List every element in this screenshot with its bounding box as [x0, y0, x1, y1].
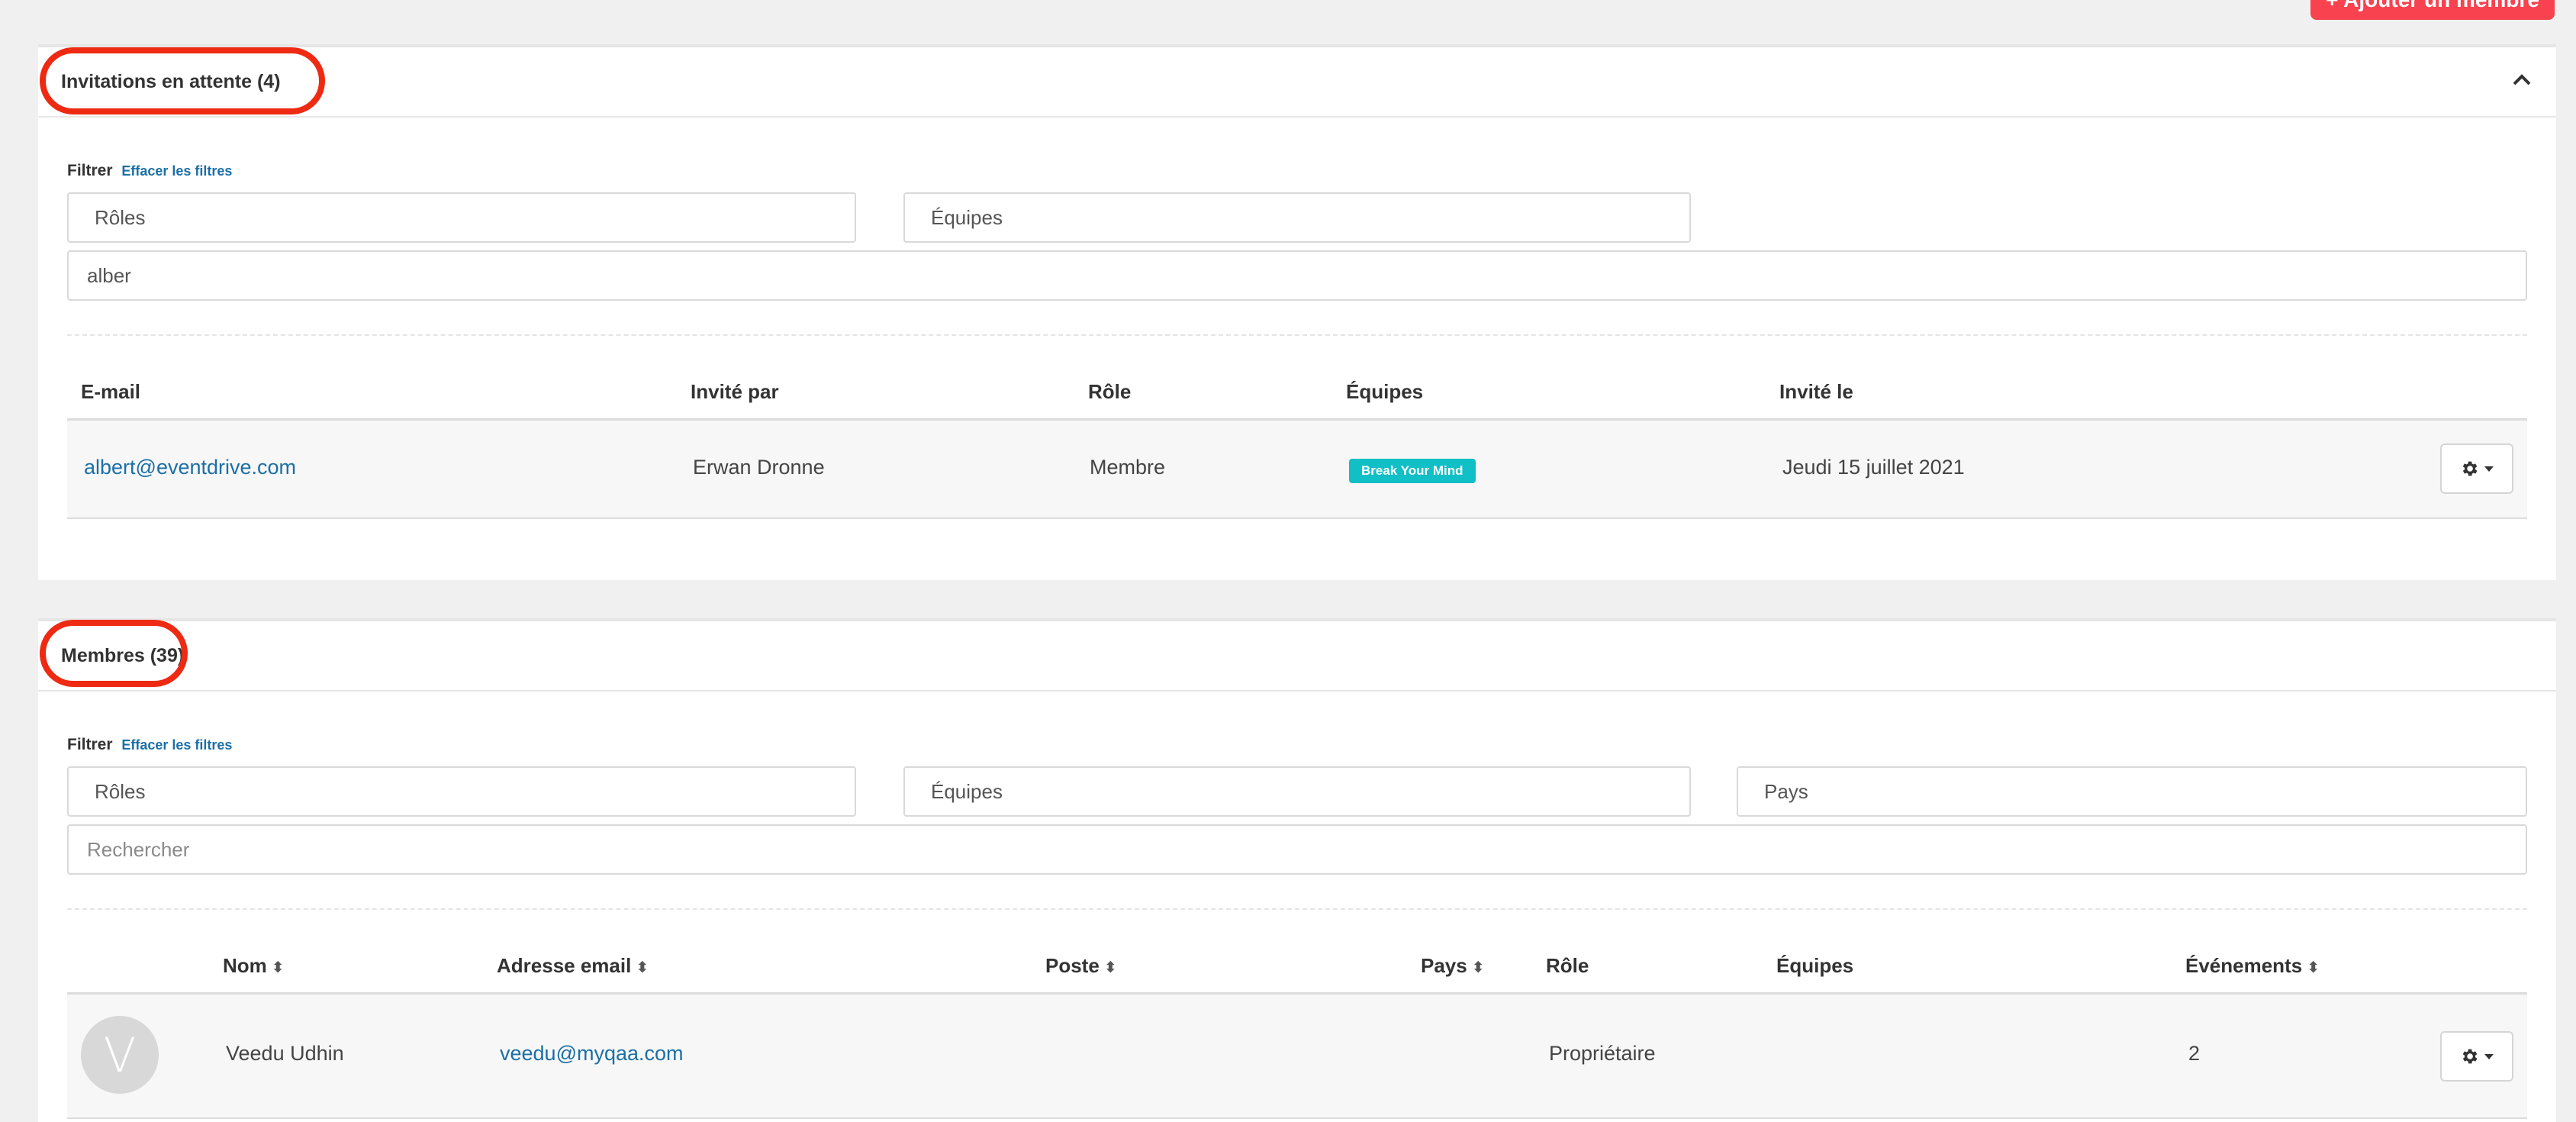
invited-on: Jeudi 15 juillet 2021 [1782, 456, 1965, 479]
table-row: albert@eventdrive.com Erwan Dronne Membr… [67, 418, 2527, 519]
sort-icon: ⬍ [1471, 959, 1485, 976]
roles-select[interactable]: Rôles [67, 766, 856, 817]
roles-select[interactable]: Rôles [67, 192, 856, 243]
filter-label: Filtrer [67, 162, 113, 179]
country-select[interactable]: Pays [1737, 766, 2527, 817]
divider [67, 908, 2527, 910]
gear-icon [2462, 461, 2478, 476]
clear-filters-link[interactable]: Effacer les filtres [121, 737, 232, 753]
col-teams: Équipes [1776, 954, 1854, 977]
row-actions-button[interactable] [2440, 1031, 2513, 1082]
col-email[interactable]: Adresse email ⬍ [497, 954, 649, 978]
gear-icon [2462, 1049, 2478, 1064]
col-position-label: Poste [1045, 954, 1100, 977]
sort-icon: ⬍ [636, 959, 649, 976]
col-email: E-mail [81, 380, 141, 403]
sort-icon: ⬍ [271, 959, 285, 976]
table-row: V Veedu Udhin veedu@myqaa.com Propriétai… [67, 992, 2527, 1119]
role: Membre [1090, 456, 1166, 479]
caret-down-icon [2484, 466, 2494, 472]
col-email-label: Adresse email [497, 954, 632, 977]
col-role: Rôle [1088, 380, 1132, 403]
teams-select[interactable]: Équipes [903, 766, 1691, 817]
members-header: Membres (39) [38, 620, 2556, 692]
invitations-filter-row: Filtrer Effacer les filtres [67, 162, 232, 180]
col-teams: Équipes [1346, 380, 1424, 403]
sort-icon: ⬍ [2307, 959, 2320, 976]
team-badge: Break Your Mind [1349, 459, 1476, 483]
col-country-label: Pays [1421, 954, 1467, 977]
col-name-label: Nom [223, 954, 267, 977]
highlight-circle [40, 620, 188, 687]
col-role: Rôle [1546, 954, 1589, 977]
chevron-up-icon[interactable] [2512, 70, 2532, 90]
search-input[interactable]: Rechercher [67, 824, 2527, 875]
avatar: V [81, 1016, 159, 1094]
member-role: Propriétaire [1549, 1042, 1656, 1065]
col-invited-on: Invité le [1779, 380, 1853, 403]
filter-label: Filtrer [67, 736, 113, 753]
add-member-button[interactable]: + Ajouter un membre [2310, 0, 2555, 20]
divider [67, 334, 2527, 336]
invited-by: Erwan Dronne [693, 456, 825, 479]
member-email-link[interactable]: veedu@myqaa.com [500, 1042, 684, 1066]
search-input[interactable]: alber [67, 250, 2527, 301]
col-events[interactable]: Événements ⬍ [2185, 954, 2320, 978]
sort-icon: ⬍ [1103, 959, 1117, 976]
members-filter-row: Filtrer Effacer les filtres [67, 736, 232, 754]
invite-email-link[interactable]: albert@eventdrive.com [84, 456, 296, 479]
caret-down-icon [2484, 1054, 2494, 1059]
col-name[interactable]: Nom ⬍ [223, 954, 285, 978]
member-name: Veedu Udhin [226, 1042, 344, 1065]
pending-invitations-panel: Invitations en attente (4) Filtrer Effac… [38, 44, 2556, 580]
teams-select[interactable]: Équipes [903, 192, 1691, 243]
col-position[interactable]: Poste ⬍ [1045, 954, 1117, 978]
row-actions-button[interactable] [2440, 443, 2513, 494]
member-events: 2 [2188, 1042, 2201, 1065]
highlight-circle [40, 47, 325, 114]
col-invited-by: Invité par [691, 380, 779, 403]
members-panel: Membres (39) Filtrer Effacer les filtres… [38, 618, 2556, 1122]
col-country[interactable]: Pays ⬍ [1421, 954, 1485, 978]
clear-filters-link[interactable]: Effacer les filtres [121, 163, 232, 179]
pending-invitations-header[interactable]: Invitations en attente (4) [38, 47, 2556, 118]
col-events-label: Événements [2185, 954, 2303, 977]
